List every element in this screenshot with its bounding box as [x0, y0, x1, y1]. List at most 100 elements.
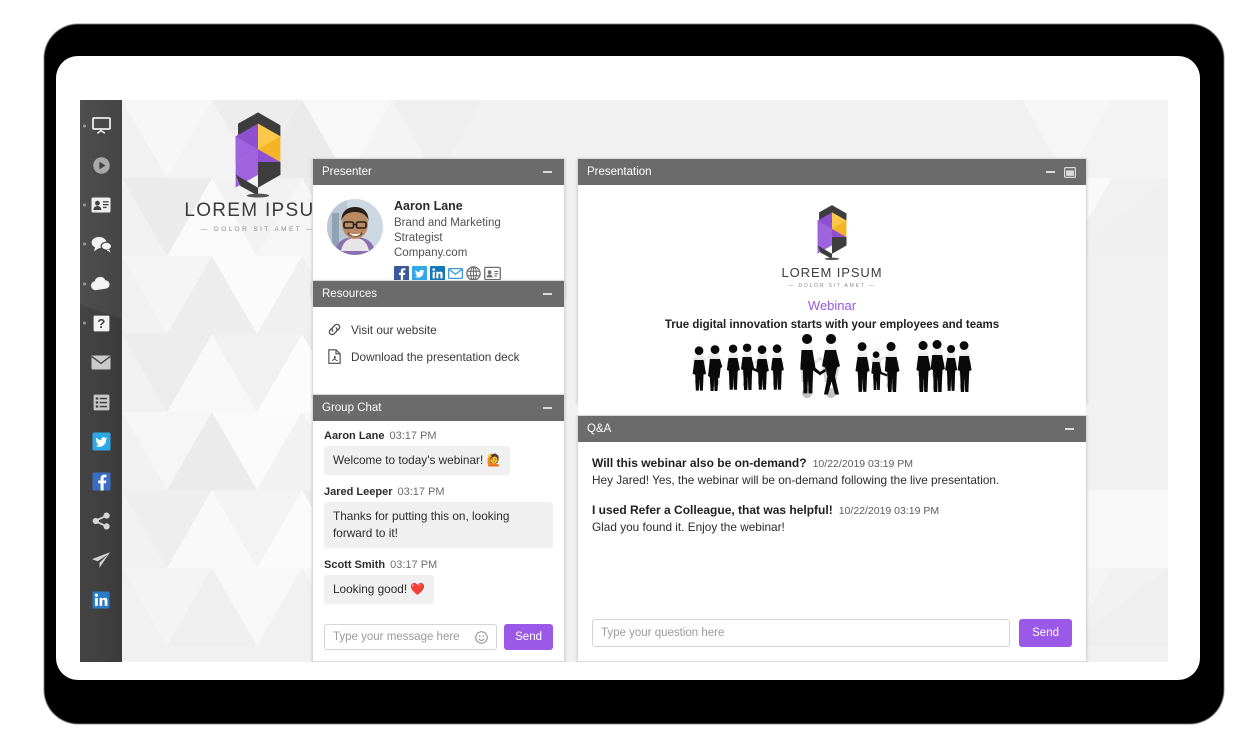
- sidebar-item-email[interactable]: [80, 343, 122, 383]
- chat-bubble: Thanks for putting this on, looking forw…: [324, 501, 553, 548]
- chat-message: Scott Smith 03:17 PM Looking good! ❤️: [324, 559, 553, 615]
- presentation-panel-header: Presentation: [578, 159, 1086, 185]
- active-dot: [83, 321, 86, 325]
- chat-message: Aaron Lane 03:17 PM Welcome to today's we…: [324, 430, 553, 486]
- presentation-panel-title: Presentation: [587, 166, 652, 178]
- presenter-panel-title: Presenter: [322, 166, 372, 178]
- sidebar-item-group-chat[interactable]: [80, 225, 122, 265]
- sidebar-item-speaker-bio[interactable]: [80, 185, 122, 225]
- play-circle-icon: [92, 156, 110, 174]
- chat-time: 03:17 PM: [390, 558, 438, 571]
- sidebar-item-media-player[interactable]: [80, 146, 122, 186]
- group-chat-panel: Group Chat Aaron Lane 03:17 PM Welcome to…: [312, 394, 565, 662]
- sidebar-item-linkedin[interactable]: [80, 580, 122, 620]
- chat-input-placeholder: Type your message here: [333, 631, 460, 643]
- left-icon-rail: ?: [80, 100, 122, 662]
- sidebar-item-agenda[interactable]: [80, 383, 122, 423]
- list-icon: [93, 394, 109, 411]
- qa-answer: Hey Jared! Yes, the webinar will be on-d…: [592, 473, 1000, 487]
- qa-panel: Q&A Will this webinar also be on-demand?…: [577, 415, 1087, 662]
- resources-panel-header: Resources: [313, 281, 564, 307]
- sidebar-item-help[interactable]: ?: [80, 304, 122, 344]
- qa-timestamp: 10/22/2019 03:19 PM: [812, 458, 914, 470]
- chat-composer: Type your message here Send: [313, 616, 564, 661]
- minimize-button[interactable]: [540, 400, 555, 415]
- group-chat-panel-header: Group Chat: [313, 395, 564, 421]
- resources-panel-title: Resources: [322, 288, 377, 300]
- active-dot: [83, 124, 86, 128]
- presentation-slide: LOREM IPSUM — DOLOR SIT AMET — Webinar T…: [578, 185, 1086, 428]
- main-canvas: LOREM IPSUM — DOLOR SIT AMET — Presenter: [122, 100, 1168, 662]
- resource-label: Visit our website: [351, 322, 437, 337]
- email-icon[interactable]: [448, 266, 463, 281]
- sidebar-item-twitter[interactable]: [80, 422, 122, 462]
- minimize-button[interactable]: [1043, 165, 1058, 180]
- linkedin-icon: [92, 591, 110, 609]
- envelope-icon: [91, 355, 111, 370]
- sidebar-item-share[interactable]: [80, 501, 122, 541]
- smiley-icon[interactable]: [475, 630, 488, 644]
- chat-bubble: Looking good! ❤️: [324, 574, 435, 604]
- maximize-button[interactable]: [1062, 165, 1077, 180]
- slide-brand-name: LOREM IPSUM: [781, 265, 883, 280]
- sidebar-item-presentation[interactable]: [80, 106, 122, 146]
- resource-link-website[interactable]: Visit our website: [324, 316, 553, 343]
- chat-author: Jared Leeper: [324, 485, 393, 498]
- qa-composer: Type your question here Send: [578, 619, 1086, 661]
- slide-subtitle: True digital innovation starts with your…: [664, 319, 1000, 331]
- presenter-social-links: [394, 265, 550, 281]
- slide-kicker: Webinar: [807, 298, 857, 313]
- linkedin-icon[interactable]: [430, 265, 445, 281]
- sidebar-item-send[interactable]: [80, 541, 122, 581]
- qa-input-placeholder: Type your question here: [601, 627, 725, 639]
- hexagon-logo-icon: [235, 112, 281, 198]
- cloud-icon: [91, 276, 110, 290]
- qa-entry: I used Refer a Colleague, that was helpf…: [592, 503, 1072, 534]
- group-chat-panel-title: Group Chat: [322, 401, 382, 414]
- resource-link-deck[interactable]: Download the presentation deck: [324, 343, 553, 370]
- minimize-button[interactable]: [540, 287, 555, 302]
- vcard-icon[interactable]: [484, 266, 501, 281]
- qa-entry: Will this webinar also be on-demand? 10/2…: [592, 456, 1072, 487]
- chat-message: Jared Leeper 03:17 PM Thanks for putting …: [324, 486, 553, 559]
- sidebar-item-facebook[interactable]: [80, 462, 122, 502]
- presenter-photo: [327, 199, 383, 255]
- presenter-details: Aaron Lane Brand and Marketing Strategis…: [394, 199, 550, 281]
- globe-icon[interactable]: [466, 266, 481, 281]
- qa-entry-list[interactable]: Will this webinar also be on-demand? 10/2…: [578, 442, 1086, 619]
- maximize-icon: [1063, 166, 1076, 178]
- active-dot: [83, 203, 86, 207]
- qa-question: I used Refer a Colleague, that was helpf…: [592, 503, 833, 517]
- share-icon: [92, 512, 110, 530]
- qa-send-button[interactable]: Send: [1019, 619, 1072, 647]
- facebook-icon[interactable]: [394, 265, 409, 281]
- slide-brand-tagline: — DOLOR SIT AMET —: [788, 283, 876, 289]
- paper-plane-icon: [92, 552, 110, 569]
- qa-answer: Glad you found it. Enjoy the webinar!: [592, 520, 785, 534]
- question-mark-icon: ?: [93, 315, 109, 332]
- chat-message-list[interactable]: Aaron Lane 03:17 PM Welcome to today's we…: [313, 421, 564, 616]
- presentation-panel: Presentation LOREM IPSUM — DOLOR SIT AME…: [577, 158, 1087, 428]
- qa-panel-title: Q&A: [587, 423, 612, 435]
- resources-panel-body: Visit our website Download the presentat…: [313, 307, 564, 396]
- qa-input[interactable]: Type your question here: [592, 619, 1011, 647]
- qa-question: Will this webinar also be on-demand?: [592, 456, 807, 470]
- chat-author: Aaron Lane: [324, 429, 385, 442]
- chat-author: Scott Smith: [324, 558, 386, 571]
- webinar-app-window: ? LOREM IPSUM — DOLOR SIT AMET — Present…: [80, 100, 1168, 662]
- minimize-button[interactable]: [540, 165, 555, 180]
- sidebar-item-resources[interactable]: [80, 264, 122, 304]
- chat-input[interactable]: Type your message here: [324, 624, 498, 650]
- resources-panel: Resources Visit our website Download the…: [312, 280, 565, 397]
- facebook-icon: [92, 472, 110, 491]
- chat-time: 03:17 PM: [389, 429, 437, 442]
- active-dot: [83, 282, 86, 286]
- chat-send-button[interactable]: Send: [504, 624, 553, 650]
- chat-time: 03:17 PM: [397, 485, 445, 498]
- svg-text:?: ?: [97, 316, 105, 331]
- hexagon-logo-icon: [817, 205, 847, 261]
- people-silhouettes-artwork: [667, 333, 997, 428]
- presenter-panel-header: Presenter: [313, 159, 564, 185]
- minimize-button[interactable]: [1062, 422, 1077, 437]
- twitter-icon[interactable]: [412, 265, 427, 281]
